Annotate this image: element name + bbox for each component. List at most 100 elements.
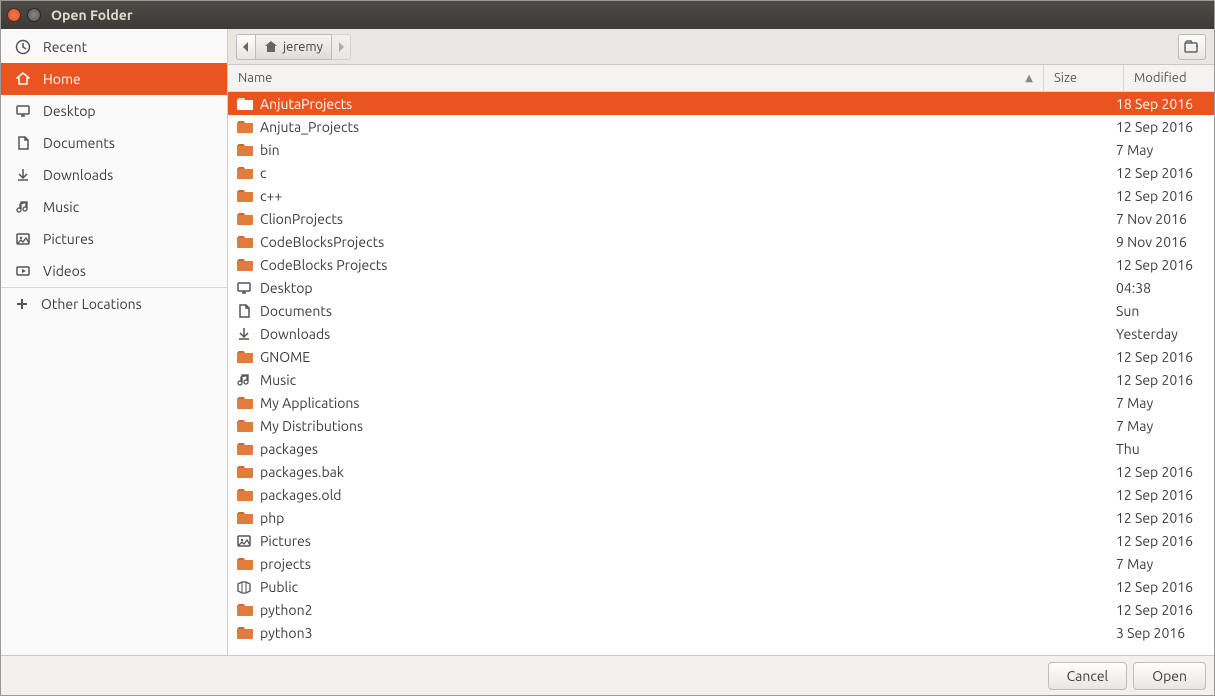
downloads-icon [236, 326, 254, 342]
folder-icon [236, 625, 254, 641]
folder-icon [236, 142, 254, 158]
breadcrumb-back[interactable] [236, 34, 256, 60]
file-row[interactable]: Public 12 Sep 2016 [228, 575, 1214, 598]
file-row[interactable]: projects7 May [228, 552, 1214, 575]
folder-icon [236, 234, 254, 250]
dialog-footer: Cancel Open [1, 655, 1214, 695]
music-icon [236, 372, 254, 388]
home-icon [264, 40, 278, 54]
toolbar: jeremy [228, 29, 1214, 65]
file-row[interactable]: c12 Sep 2016 [228, 161, 1214, 184]
sidebar-item-videos[interactable]: Videos [1, 255, 227, 287]
file-name: packages.old [260, 487, 1036, 503]
file-name: python2 [260, 602, 1036, 618]
documents-icon [15, 135, 31, 151]
file-modified: 12 Sep 2016 [1116, 257, 1206, 273]
sidebar-item-music[interactable]: Music [1, 191, 227, 223]
file-row[interactable]: Desktop04:38 [228, 276, 1214, 299]
file-name: ClionProjects [260, 211, 1036, 227]
new-folder-button[interactable] [1178, 34, 1206, 60]
file-row[interactable]: DocumentsSun [228, 299, 1214, 322]
public-icon [236, 579, 254, 595]
sidebar-item-label: Other Locations [41, 296, 142, 312]
folder-icon [236, 165, 254, 181]
file-modified: 12 Sep 2016 [1116, 579, 1206, 595]
file-modified: 12 Sep 2016 [1116, 349, 1206, 365]
folder-icon [236, 510, 254, 526]
file-row[interactable]: packages Thu [228, 437, 1214, 460]
column-modified[interactable]: Modified [1124, 65, 1214, 91]
folder-icon [236, 441, 254, 457]
file-row[interactable]: packages.bak 12 Sep 2016 [228, 460, 1214, 483]
file-name: Music [260, 372, 1036, 388]
sidebar-item-label: Home [43, 71, 81, 87]
sidebar-item-home[interactable]: Home [1, 63, 227, 95]
file-modified: 7 May [1116, 395, 1206, 411]
file-name: Downloads [260, 326, 1036, 342]
file-row[interactable]: c++12 Sep 2016 [228, 184, 1214, 207]
sidebar: Recent Home DesktopDocuments Downloads Music… [1, 29, 228, 655]
sort-asc-icon: ▲ [1025, 72, 1033, 84]
minimize-icon[interactable] [27, 8, 41, 22]
sidebar-item-pictures[interactable]: Pictures [1, 223, 227, 255]
file-row[interactable]: ClionProjects7 Nov 2016 [228, 207, 1214, 230]
file-row[interactable]: My Applications7 May [228, 391, 1214, 414]
file-name: Anjuta_Projects [260, 119, 1036, 135]
sidebar-item-recent[interactable]: Recent [1, 31, 227, 63]
folder-icon [236, 395, 254, 411]
sidebar-item-documents[interactable]: Documents [1, 127, 227, 159]
pictures-icon [236, 533, 254, 549]
plus-icon [15, 297, 29, 311]
file-name: projects [260, 556, 1036, 572]
sidebar-item-downloads[interactable]: Downloads [1, 159, 227, 191]
cancel-button[interactable]: Cancel [1048, 662, 1128, 690]
open-button[interactable]: Open [1133, 662, 1206, 690]
sidebar-item-label: Recent [43, 39, 87, 55]
breadcrumb-forward[interactable] [331, 34, 351, 60]
file-row[interactable]: packages.old 12 Sep 2016 [228, 483, 1214, 506]
file-name: bin [260, 142, 1036, 158]
file-row[interactable]: AnjutaProjects18 Sep 2016 [228, 92, 1214, 115]
file-row[interactable]: php12 Sep 2016 [228, 506, 1214, 529]
file-list[interactable]: AnjutaProjects18 Sep 2016Anjuta_Projects… [228, 92, 1214, 655]
file-row[interactable]: CodeBlocks Projects 12 Sep 2016 [228, 253, 1214, 276]
file-name: packages.bak [260, 464, 1036, 480]
folder-icon [236, 556, 254, 572]
close-icon[interactable] [7, 8, 21, 22]
file-name: CodeBlocks Projects [260, 257, 1036, 273]
file-modified: 12 Sep 2016 [1116, 372, 1206, 388]
file-row[interactable]: python212 Sep 2016 [228, 598, 1214, 621]
folder-icon [236, 257, 254, 273]
file-name: packages [260, 441, 1036, 457]
file-name: python3 [260, 625, 1036, 641]
desktop-icon [15, 103, 31, 119]
file-row[interactable]: Pictures12 Sep 2016 [228, 529, 1214, 552]
breadcrumb-segment-home[interactable]: jeremy [255, 34, 332, 60]
column-name[interactable]: Name ▲ [228, 65, 1044, 91]
file-row[interactable]: GNOME12 Sep 2016 [228, 345, 1214, 368]
sidebar-other-locations[interactable]: Other Locations [1, 288, 227, 320]
file-row[interactable]: My Distributions7 May [228, 414, 1214, 437]
sidebar-item-desktop[interactable]: Desktop [1, 95, 227, 127]
file-modified: Thu [1116, 441, 1206, 457]
file-modified: 12 Sep 2016 [1116, 165, 1206, 181]
file-row[interactable]: python3 3 Sep 2016 [228, 621, 1214, 644]
file-row[interactable]: CodeBlocksProjects9 Nov 2016 [228, 230, 1214, 253]
file-modified: 12 Sep 2016 [1116, 464, 1206, 480]
file-modified: 3 Sep 2016 [1116, 625, 1206, 641]
file-row[interactable]: Music 12 Sep 2016 [228, 368, 1214, 391]
file-modified: 9 Nov 2016 [1116, 234, 1206, 250]
file-name: Documents [260, 303, 1036, 319]
sidebar-item-label: Downloads [43, 167, 113, 183]
clock-icon [15, 39, 31, 55]
file-row[interactable]: Anjuta_Projects12 Sep 2016 [228, 115, 1214, 138]
titlebar[interactable]: Open Folder [1, 1, 1214, 29]
file-row[interactable]: bin7 May [228, 138, 1214, 161]
file-row[interactable]: DownloadsYesterday [228, 322, 1214, 345]
file-name: c++ [260, 188, 1036, 204]
file-modified: 12 Sep 2016 [1116, 487, 1206, 503]
column-headers: Name ▲ Size Modified [228, 65, 1214, 92]
column-size[interactable]: Size [1044, 65, 1124, 91]
file-name: Public [260, 579, 1036, 595]
sidebar-item-label: Music [43, 199, 79, 215]
